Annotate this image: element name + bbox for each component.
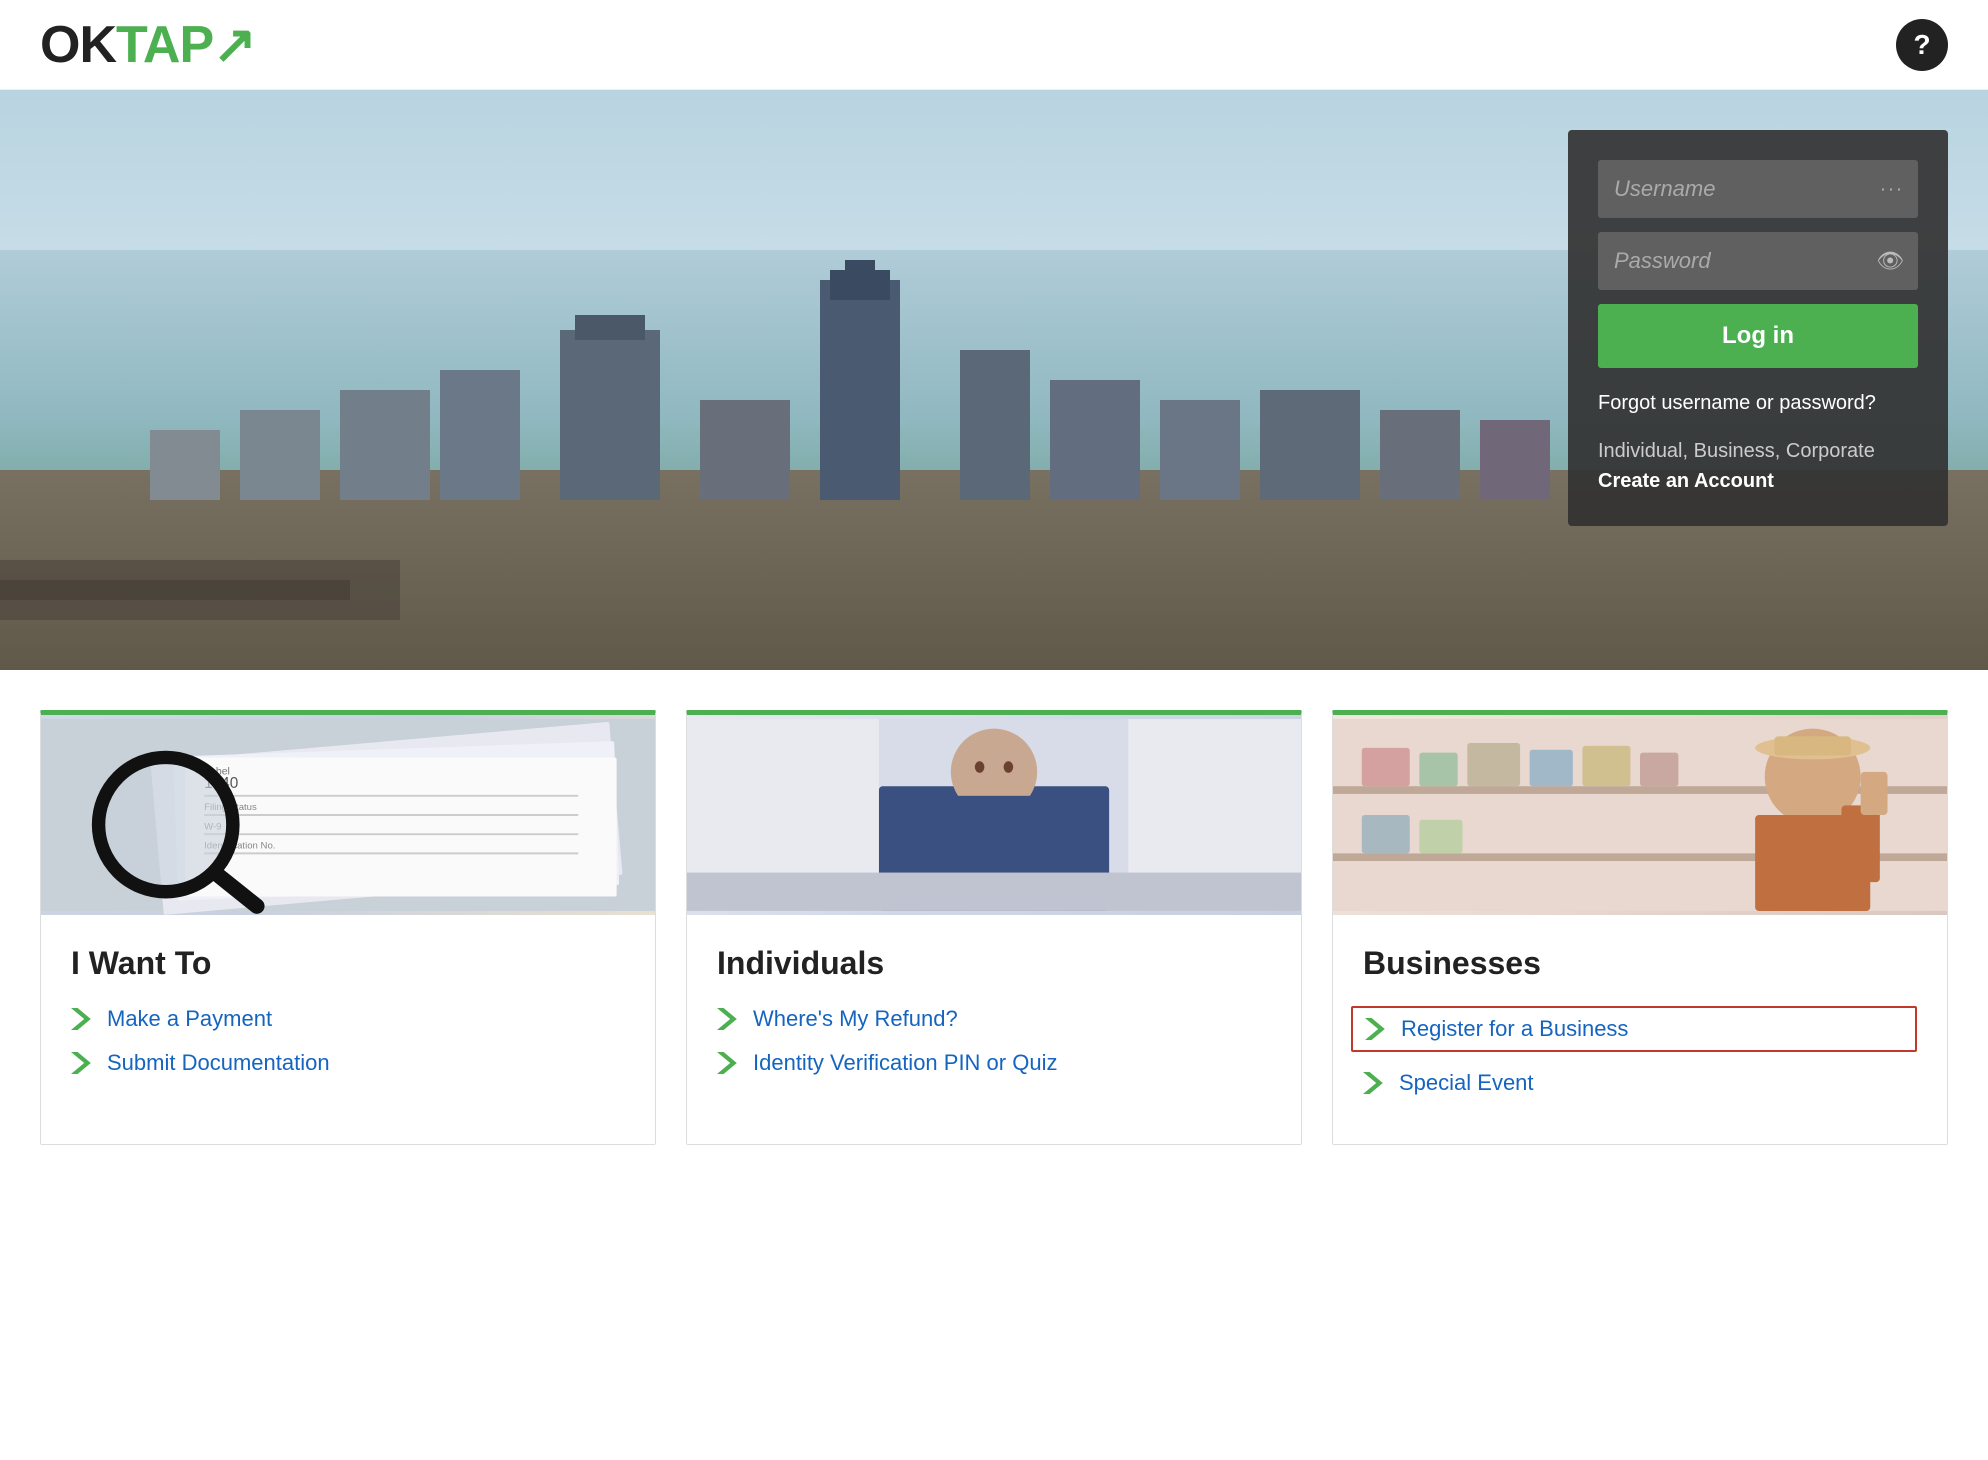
create-account-section: Individual, Business, Corporate Create a…	[1598, 436, 1918, 496]
header: OKTAP↗ ?	[0, 0, 1988, 90]
help-button[interactable]: ?	[1896, 19, 1948, 71]
identity-verification-link[interactable]: Identity Verification PIN or Quiz	[717, 1050, 1271, 1076]
card-i-want-to-content: I Want To Make a Payment Submit Document…	[41, 915, 655, 1124]
autofill-icon: ···	[1880, 179, 1904, 200]
card-individuals: Individuals Where's My Refund? Identity …	[686, 710, 1302, 1145]
forgot-link[interactable]: Forgot username or password?	[1598, 388, 1918, 418]
card-tax-image: 1040 Label Filing Status W-9 Identificat…	[41, 715, 655, 915]
tax-image-svg: 1040 Label Filing Status W-9 Identificat…	[41, 715, 655, 915]
card-businesses: Businesses Register for a Business Speci…	[1332, 710, 1948, 1145]
password-wrap: 👁	[1598, 232, 1918, 290]
username-input[interactable]	[1598, 160, 1918, 218]
chevron-icon	[71, 1008, 93, 1030]
chevron-icon	[717, 1052, 739, 1074]
chevron-icon	[717, 1008, 739, 1030]
login-panel: ··· 👁 Log in Forgot username or password…	[1568, 130, 1948, 526]
show-password-icon[interactable]: 👁	[1876, 248, 1904, 274]
password-input[interactable]	[1598, 232, 1918, 290]
chevron-icon	[1365, 1018, 1387, 1040]
logo-ok: OK	[40, 19, 116, 71]
cards-section: 1040 Label Filing Status W-9 Identificat…	[0, 670, 1988, 1185]
wheres-my-refund-link[interactable]: Where's My Refund?	[717, 1006, 1271, 1032]
card-i-want-to: 1040 Label Filing Status W-9 Identificat…	[40, 710, 656, 1145]
card-person-image	[687, 715, 1301, 915]
submit-documentation-link[interactable]: Submit Documentation	[71, 1050, 625, 1076]
chevron-icon	[1363, 1072, 1385, 1094]
card-individuals-content: Individuals Where's My Refund? Identity …	[687, 915, 1301, 1124]
card-businesses-title: Businesses	[1363, 945, 1917, 982]
username-wrap: ···	[1598, 160, 1918, 218]
create-account-link[interactable]: Create an Account	[1598, 470, 1774, 492]
card-business-image	[1333, 715, 1947, 915]
make-payment-link[interactable]: Make a Payment	[71, 1006, 625, 1032]
register-business-link[interactable]: Register for a Business	[1351, 1006, 1917, 1052]
login-button[interactable]: Log in	[1598, 304, 1918, 368]
chevron-icon	[71, 1052, 93, 1074]
logo: OKTAP↗	[40, 19, 256, 71]
help-icon: ?	[1913, 29, 1930, 61]
card-businesses-content: Businesses Register for a Business Speci…	[1333, 915, 1947, 1144]
logo-tap: TAP	[116, 19, 213, 71]
logo-arrow: ↗	[213, 19, 256, 71]
card-individuals-title: Individuals	[717, 945, 1271, 982]
business-image-svg	[1333, 715, 1947, 915]
hero-section: ··· 👁 Log in Forgot username or password…	[0, 90, 1988, 670]
card-i-want-to-title: I Want To	[71, 945, 625, 982]
person-image-svg	[687, 715, 1301, 915]
special-event-link[interactable]: Special Event	[1363, 1070, 1917, 1096]
